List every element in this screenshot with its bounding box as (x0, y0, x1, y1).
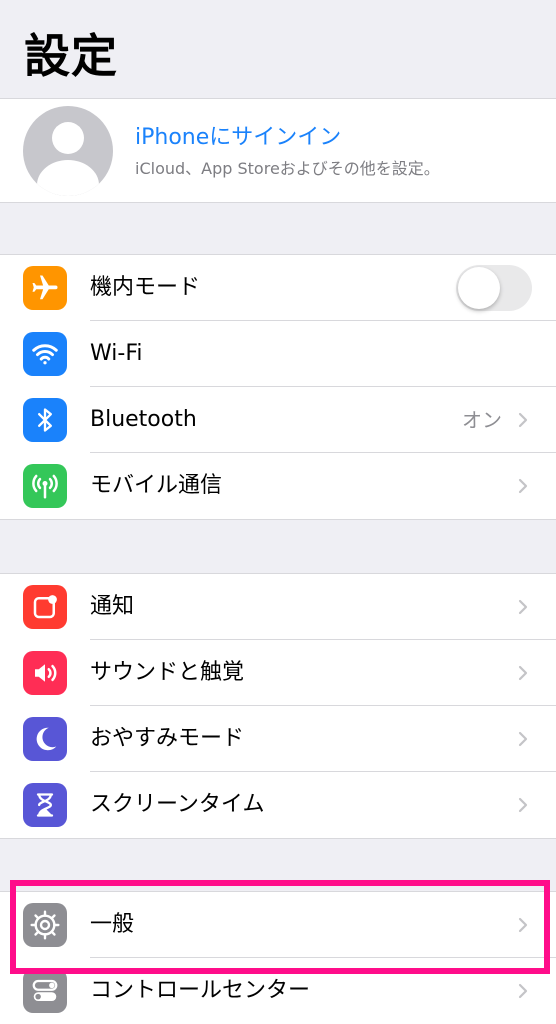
screen-time-label: スクリーンタイム (90, 792, 265, 817)
connectivity-group: 機内モード Wi-Fi Bluetooth オン モバイル通信 (0, 254, 556, 520)
chevron-right-icon (518, 599, 528, 615)
notifications-row[interactable]: 通知 (0, 574, 556, 640)
sounds-label: サウンドと触覚 (90, 660, 245, 685)
chevron-right-icon (518, 665, 528, 681)
bluetooth-label: Bluetooth (90, 407, 197, 432)
hourglass-icon (23, 783, 67, 827)
chevron-right-icon (518, 797, 528, 813)
page-title: 設定 (24, 29, 118, 83)
notifications-icon (23, 585, 67, 629)
mobile-data-row[interactable]: モバイル通信 (0, 453, 556, 519)
sign-in-row[interactable]: iPhoneにサインイン iCloud、App Storeおよびその他を設定。 (0, 98, 556, 203)
avatar (23, 106, 113, 196)
airplane-mode-label: 機内モード (90, 275, 201, 300)
moon-icon (23, 717, 67, 761)
bluetooth-status: オン (462, 408, 502, 432)
notifications-label: 通知 (90, 594, 135, 619)
speaker-icon (23, 651, 67, 695)
screen-time-row[interactable]: スクリーンタイム (0, 772, 556, 838)
highlight-box (10, 880, 550, 974)
do-not-disturb-label: おやすみモード (90, 726, 245, 751)
mobile-data-label: モバイル通信 (90, 473, 223, 498)
wifi-label: Wi-Fi (90, 341, 143, 366)
antenna-icon (23, 464, 67, 508)
control-center-icon (23, 969, 67, 1013)
airplane-icon (23, 266, 67, 310)
chevron-right-icon (518, 478, 528, 494)
airplane-mode-row[interactable]: 機内モード (0, 255, 556, 321)
wifi-icon (23, 332, 67, 376)
sign-in-subtitle: iCloud、App Storeおよびその他を設定。 (135, 159, 440, 178)
sounds-row[interactable]: サウンドと触覚 (0, 640, 556, 706)
chevron-right-icon (518, 983, 528, 999)
chevron-right-icon (518, 731, 528, 747)
bluetooth-row[interactable]: Bluetooth オン (0, 387, 556, 453)
sign-in-title: iPhoneにサインイン (135, 125, 342, 150)
chevron-right-icon (518, 412, 528, 428)
airplane-mode-toggle[interactable] (456, 265, 532, 311)
do-not-disturb-row[interactable]: おやすみモード (0, 706, 556, 772)
wifi-row[interactable]: Wi-Fi (0, 321, 556, 387)
notifications-group: 通知 サウンドと触覚 おやすみモード スクリーンタイム (0, 573, 556, 839)
bluetooth-icon (23, 398, 67, 442)
